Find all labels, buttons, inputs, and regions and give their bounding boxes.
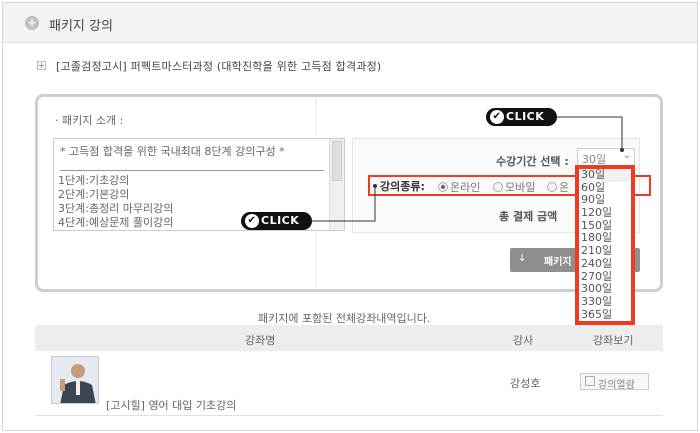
click-label: CLICK	[261, 214, 300, 227]
period-option[interactable]: 330일	[579, 295, 631, 309]
intro-step: 2단계:기본강의	[58, 188, 130, 201]
course-title-row[interactable]: [고졸검정고시] 퍼펙트마스터과정 (대학진학을 위한 고득점 합격과정)	[37, 58, 381, 74]
page-header: + 패키지 강의	[3, 3, 697, 43]
scrollbar-thumb[interactable]	[332, 141, 342, 181]
period-option[interactable]: 210일	[579, 244, 631, 258]
radio-mobile[interactable]: 모바일	[493, 179, 535, 195]
click-callout-top: ✔ CLICK	[486, 108, 557, 126]
radio-label: 온라인	[450, 181, 481, 194]
radio-combo[interactable]: 온	[547, 179, 569, 195]
radio-label: 모바일	[505, 181, 536, 194]
radio-online[interactable]: 온라인	[438, 179, 480, 195]
table-row-course[interactable]: [고시힐] 영어 대입 기초강의	[106, 397, 236, 413]
textarea-scrollbar[interactable]	[329, 139, 344, 230]
radio-dot-icon[interactable]	[493, 182, 503, 192]
period-select[interactable]: 30일 ⌄	[577, 148, 635, 166]
total-price-label: 총 결제 금액	[499, 210, 558, 223]
column-header-course: 강좌명	[245, 334, 276, 347]
column-header-view: 강좌보기	[593, 334, 634, 347]
period-dropdown-list[interactable]: 30일 60일 90일 120일 150일 180일 210일 240일 270…	[575, 165, 635, 325]
period-option[interactable]: 120일	[579, 206, 631, 220]
period-option[interactable]: 240일	[579, 257, 631, 271]
radio-label: 온	[559, 181, 570, 194]
teacher-photo	[51, 356, 99, 404]
intro-step: 3단계:총정리 마무리강의	[58, 202, 174, 215]
radio-dot-icon[interactable]	[438, 182, 448, 192]
period-option[interactable]: 365일	[579, 308, 631, 322]
intro-headline: * 고득점 합격을 위한 국내최대 8단계 강의구성 *	[60, 145, 285, 158]
period-label: 수강기간 선택 :	[496, 155, 569, 168]
lecture-type-label: 강의종류:	[380, 180, 425, 193]
page-title: 패키지 강의	[49, 19, 113, 34]
table-notice: 패키지에 포함된 전체강좌내역입니다.	[258, 312, 431, 325]
click-callout-bottom: ✔ CLICK	[241, 212, 312, 230]
radio-dot-icon[interactable]	[547, 182, 557, 192]
divider	[60, 170, 324, 171]
checkmark-icon: ✔	[245, 214, 259, 228]
view-lecture-button[interactable]: 강의열람	[580, 373, 649, 391]
intro-label: · 패키지 소개 :	[55, 114, 124, 127]
package-button-label: 패키지	[544, 257, 572, 268]
period-option[interactable]: 30일	[579, 168, 631, 182]
period-option[interactable]: 300일	[579, 282, 631, 296]
table-bottom-border	[35, 415, 663, 416]
document-icon	[585, 376, 595, 386]
table-row-teacher: 강성호	[510, 377, 541, 390]
plus-circle-icon: +	[25, 16, 39, 30]
intro-step-list: 1단계:기초강의 2단계:기본강의 3단계:총정리 마무리강의 4단계:예상문제…	[58, 174, 173, 230]
click-label: CLICK	[506, 110, 545, 123]
course-title: [고졸검정고시] 퍼펙트마스터과정 (대학진학을 위한 고득점 합격과정)	[56, 60, 382, 73]
down-arrow-icon: ↓	[518, 253, 527, 264]
column-header-teacher: 강사	[513, 334, 534, 347]
teacher-photo-svg	[52, 357, 98, 403]
intro-step: 1단계:기초강의	[58, 174, 130, 187]
view-lecture-label: 강의열람	[598, 380, 635, 391]
intro-step: 4단계:예상문제 풀이강의	[58, 216, 174, 229]
chevron-down-icon[interactable]: ⌄	[623, 150, 631, 161]
expand-icon[interactable]	[37, 61, 46, 70]
checkmark-icon: ✔	[490, 110, 504, 124]
table-header: 강좌명 강사 강좌보기	[35, 325, 663, 351]
